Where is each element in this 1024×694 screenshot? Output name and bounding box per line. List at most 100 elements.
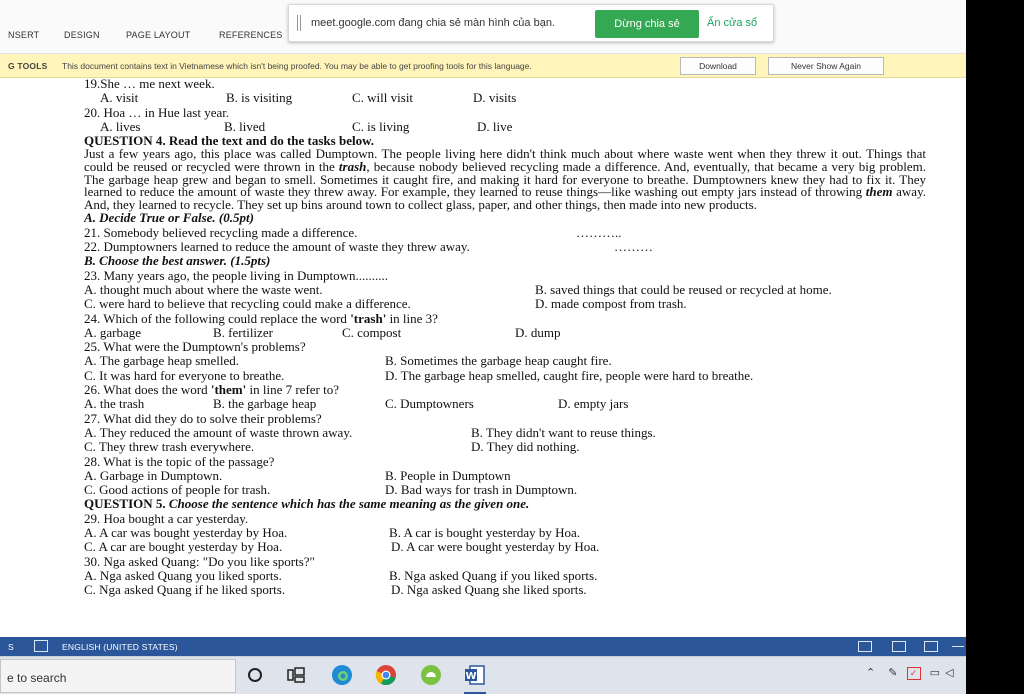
answer-blank: ……….. [576,224,622,240]
option-a: A. The garbage heap smelled. [84,353,239,369]
question-27-options-ab: A. They reduced the amount of waste thro… [84,424,926,440]
chevron-up-icon[interactable]: ⌃ [866,667,875,679]
option-a: A. They reduced the amount of waste thro… [84,424,353,440]
pen-icon[interactable]: ✎ [888,667,897,679]
part-a-heading: A. Decide True or False. (0.5pt) [84,210,254,226]
option-a: A. thought much about where the waste we… [84,281,323,297]
question-26-options: A. the trash B. the garbage heap C. Dump… [84,396,926,412]
option-d: D. dump [515,324,561,340]
passage-word-them: them [865,184,893,200]
message-bar-text: This document contains text in Vietnames… [62,61,532,71]
screen: NSERT DESIGN PAGE LAYOUT REFERENCES meet… [0,0,1024,694]
option-a: A. Nga asked Quang you liked sports. [84,567,282,583]
option-a: A. garbage [84,324,142,340]
share-message: meet.google.com đang chia sẻ màn hình củ… [311,17,555,29]
web-layout-icon[interactable] [924,641,938,652]
question-27-stem: 27. What did they do to solve their prob… [84,410,322,426]
stop-sharing-button[interactable]: Dừng chia sẻ [595,10,699,38]
tab-page-layout[interactable]: PAGE LAYOUT [126,30,190,40]
option-b: B. A car is bought yesterday by Hoa. [389,524,580,540]
edge-icon[interactable] [331,664,353,686]
android-icon[interactable] [420,664,442,686]
question-28-options-cd: C. Good actions of people for trash. D. … [84,482,926,498]
tab-design[interactable]: DESIGN [64,30,100,40]
antivirus-icon[interactable]: ✓ [906,667,921,680]
question-24-stem: 24. Which of the following could replace… [84,310,438,326]
question-29-options-ab: A. A car was bought yesterday by Hoa. B.… [84,524,926,540]
question-25-stem: 25. What were the Dumptown's problems? [84,339,306,355]
option-c: C. will visit [352,90,414,106]
zoom-slider[interactable] [952,646,964,647]
option-d: D. The garbage heap smelled, caught fire… [385,367,754,383]
ribbon: NSERT DESIGN PAGE LAYOUT REFERENCES meet… [0,0,966,54]
option-d: D. They did nothing. [471,439,580,455]
language-indicator[interactable]: ENGLISH (UNITED STATES) [62,642,178,652]
chrome-icon[interactable] [375,664,397,686]
volume-icon[interactable]: ◁ [945,667,953,679]
option-b: B. Nga asked Quang if you liked sports. [389,567,598,583]
question-28-stem: 28. What is the topic of the passage? [84,453,275,469]
option-d: D. empty jars [558,396,629,412]
drag-handle-icon[interactable] [297,15,301,31]
taskbar: e to search W ⌃ ✎ ✓ ▭ ◁ [0,656,966,694]
option-c: C. compost [342,324,402,340]
word-icon[interactable]: W [464,664,486,686]
screen-share-bar: meet.google.com đang chia sẻ màn hình củ… [288,4,774,42]
question-23-options-ab: A. thought much about where the waste we… [84,281,926,297]
part-b-heading: B. Choose the best answer. (1.5pts) [84,253,271,269]
option-c: C. Dumptowners [385,396,474,412]
question-4-heading: QUESTION 4. Read the text and do the tas… [84,133,375,149]
taskbar-search-box[interactable]: e to search [0,659,236,693]
question-21: 21. Somebody believed recycling made a d… [84,224,622,240]
option-a: A. the trash [84,396,145,412]
print-layout-icon[interactable] [892,641,906,652]
svg-text:W: W [465,671,476,682]
option-d: D. Nga asked Quang she liked sports. [391,582,587,598]
battery-icon[interactable]: ▭ [930,667,940,679]
option-c: C. were hard to believe that recycling c… [84,296,411,312]
option-a: A. visit [100,90,139,106]
never-show-again-button[interactable]: Never Show Again [768,57,884,75]
question-20-options: A. lives B. lived C. is living D. live [84,118,926,134]
option-c: C. They threw trash everywhere. [84,439,255,455]
option-d: D. A car were bought yesterday by Hoa. [391,539,600,555]
proofing-icon[interactable] [34,640,48,652]
option-c: C. Nga asked Quang if he liked sports. [84,582,286,598]
option-b: B. fertilizer [213,324,273,340]
tab-insert[interactable]: NSERT [8,30,39,40]
option-d: D. live [477,118,513,134]
question-23-stem: 23. Many years ago, the people living in… [84,267,389,283]
option-d: D. Bad ways for trash in Dumptown. [385,482,578,498]
option-b: B. Sometimes the garbage heap caught fir… [385,353,612,369]
tab-references[interactable]: REFERENCES [219,30,283,40]
question-23-options-cd: C. were hard to believe that recycling c… [84,296,926,312]
option-a: A. A car was bought yesterday by Hoa. [84,524,288,540]
hide-window-link[interactable]: Ẩn cửa sổ [707,17,757,29]
question-30-options-cd: C. Nga asked Quang if he liked sports. D… [84,582,926,598]
status-bar: S ENGLISH (UNITED STATES) [0,637,966,656]
question-30-options-ab: A. Nga asked Quang you liked sports. B. … [84,567,926,583]
option-d: D. visits [473,90,517,106]
question-27-options-cd: C. They threw trash everywhere. D. They … [84,439,926,455]
document-page[interactable]: 19.She … me next week. A. visit B. is vi… [84,77,926,637]
question-5-heading: QUESTION 5. Choose the sentence which ha… [84,496,530,512]
question-19-options: A. visit B. is visiting C. will visit D.… [84,90,926,106]
option-c: C. is living [352,118,410,134]
system-tray[interactable]: ⌃ ✎ ✓ ▭ ◁ [866,666,954,680]
option-b: B. saved things that could be reused or … [535,281,832,297]
read-mode-icon[interactable] [858,641,872,652]
task-view-icon[interactable] [285,664,307,686]
option-b: B. People in Dumptown [385,467,511,483]
question-25-options-ab: A. The garbage heap smelled. B. Sometime… [84,353,926,369]
option-b: B. lived [224,118,266,134]
page-indicator[interactable]: S [8,642,14,652]
word-window: NSERT DESIGN PAGE LAYOUT REFERENCES meet… [0,0,966,694]
download-button[interactable]: Download [680,57,756,75]
proofing-message-bar: G TOOLS This document contains text in V… [0,54,966,78]
option-d: D. made compost from trash. [535,296,687,312]
option-b: B. is visiting [226,90,293,106]
question-26-stem: 26. What does the word 'them' in line 7 … [84,382,340,398]
cortana-icon[interactable] [244,664,266,686]
question-22: 22. Dumptowners learned to reduce the am… [84,239,653,255]
option-b: B. They didn't want to reuse things. [471,424,656,440]
